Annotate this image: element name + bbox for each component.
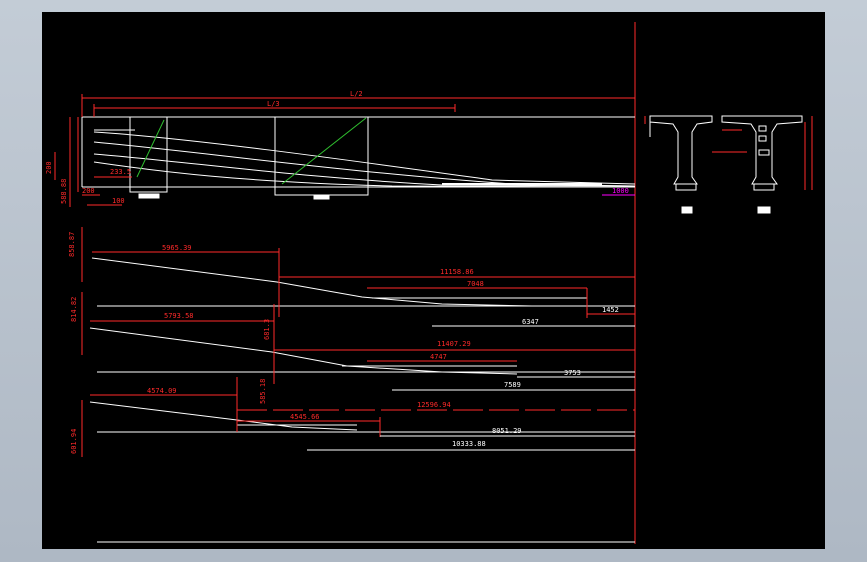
diagonal-lines bbox=[136, 117, 367, 185]
label-1000: 1000 bbox=[612, 187, 629, 195]
p1-bottom: 6347 bbox=[522, 318, 539, 326]
label-588: 588.88 bbox=[60, 179, 68, 204]
p2-bottom: 7589 bbox=[504, 381, 521, 389]
section-dimensions bbox=[644, 116, 813, 190]
p1-inner: 7048 bbox=[467, 280, 484, 288]
profile-3 bbox=[89, 401, 635, 433]
p3-left-height: 601.94 bbox=[70, 429, 78, 454]
p3-length-left: 4574.09 bbox=[147, 387, 177, 395]
profile-2 bbox=[89, 327, 635, 375]
p1-length-left: 5965.39 bbox=[162, 244, 192, 252]
p3-length-mid: 4545.66 bbox=[290, 413, 320, 421]
p2-inner: 4747 bbox=[430, 353, 447, 361]
p1-length-right: 11158.86 bbox=[440, 268, 474, 276]
p2-length-left: 5793.58 bbox=[164, 312, 194, 320]
p3-mid-height: 585.18 bbox=[259, 379, 267, 404]
p2-length-right: 11407.29 bbox=[437, 340, 471, 348]
cad-drawing: L/2 L/3 200 588.88 233.5 200 100 1000 85… bbox=[45, 22, 813, 544]
p2-left-height: 814.82 bbox=[70, 297, 78, 322]
p1-left-height: 858.87 bbox=[68, 232, 76, 257]
cad-drawing-canvas[interactable]: L/2 L/3 200 588.88 233.5 200 100 1000 85… bbox=[42, 12, 825, 549]
label-100: 100 bbox=[112, 197, 125, 205]
p1-short: 1452 bbox=[602, 306, 619, 314]
label-half-span: L/2 bbox=[350, 90, 363, 98]
cross-section-right bbox=[721, 115, 803, 214]
girder-elevation bbox=[81, 116, 636, 200]
cross-section-left bbox=[649, 115, 713, 214]
p2-mid-height: 681.3 bbox=[263, 319, 271, 340]
p3-inner: 8051.29 bbox=[492, 427, 522, 435]
profile-1-dimensions bbox=[81, 227, 635, 318]
label-233: 233.5 bbox=[110, 168, 131, 176]
p2-short: 3753 bbox=[564, 369, 581, 377]
p3-bottom: 10333.88 bbox=[452, 440, 486, 448]
label-200: 200 bbox=[45, 161, 53, 174]
p3-length-right: 12596.94 bbox=[417, 401, 451, 409]
top-dimensions bbox=[54, 94, 635, 207]
label-third-span: L/3 bbox=[267, 100, 280, 108]
label-200b: 200 bbox=[82, 187, 95, 195]
profile-1 bbox=[91, 257, 635, 307]
